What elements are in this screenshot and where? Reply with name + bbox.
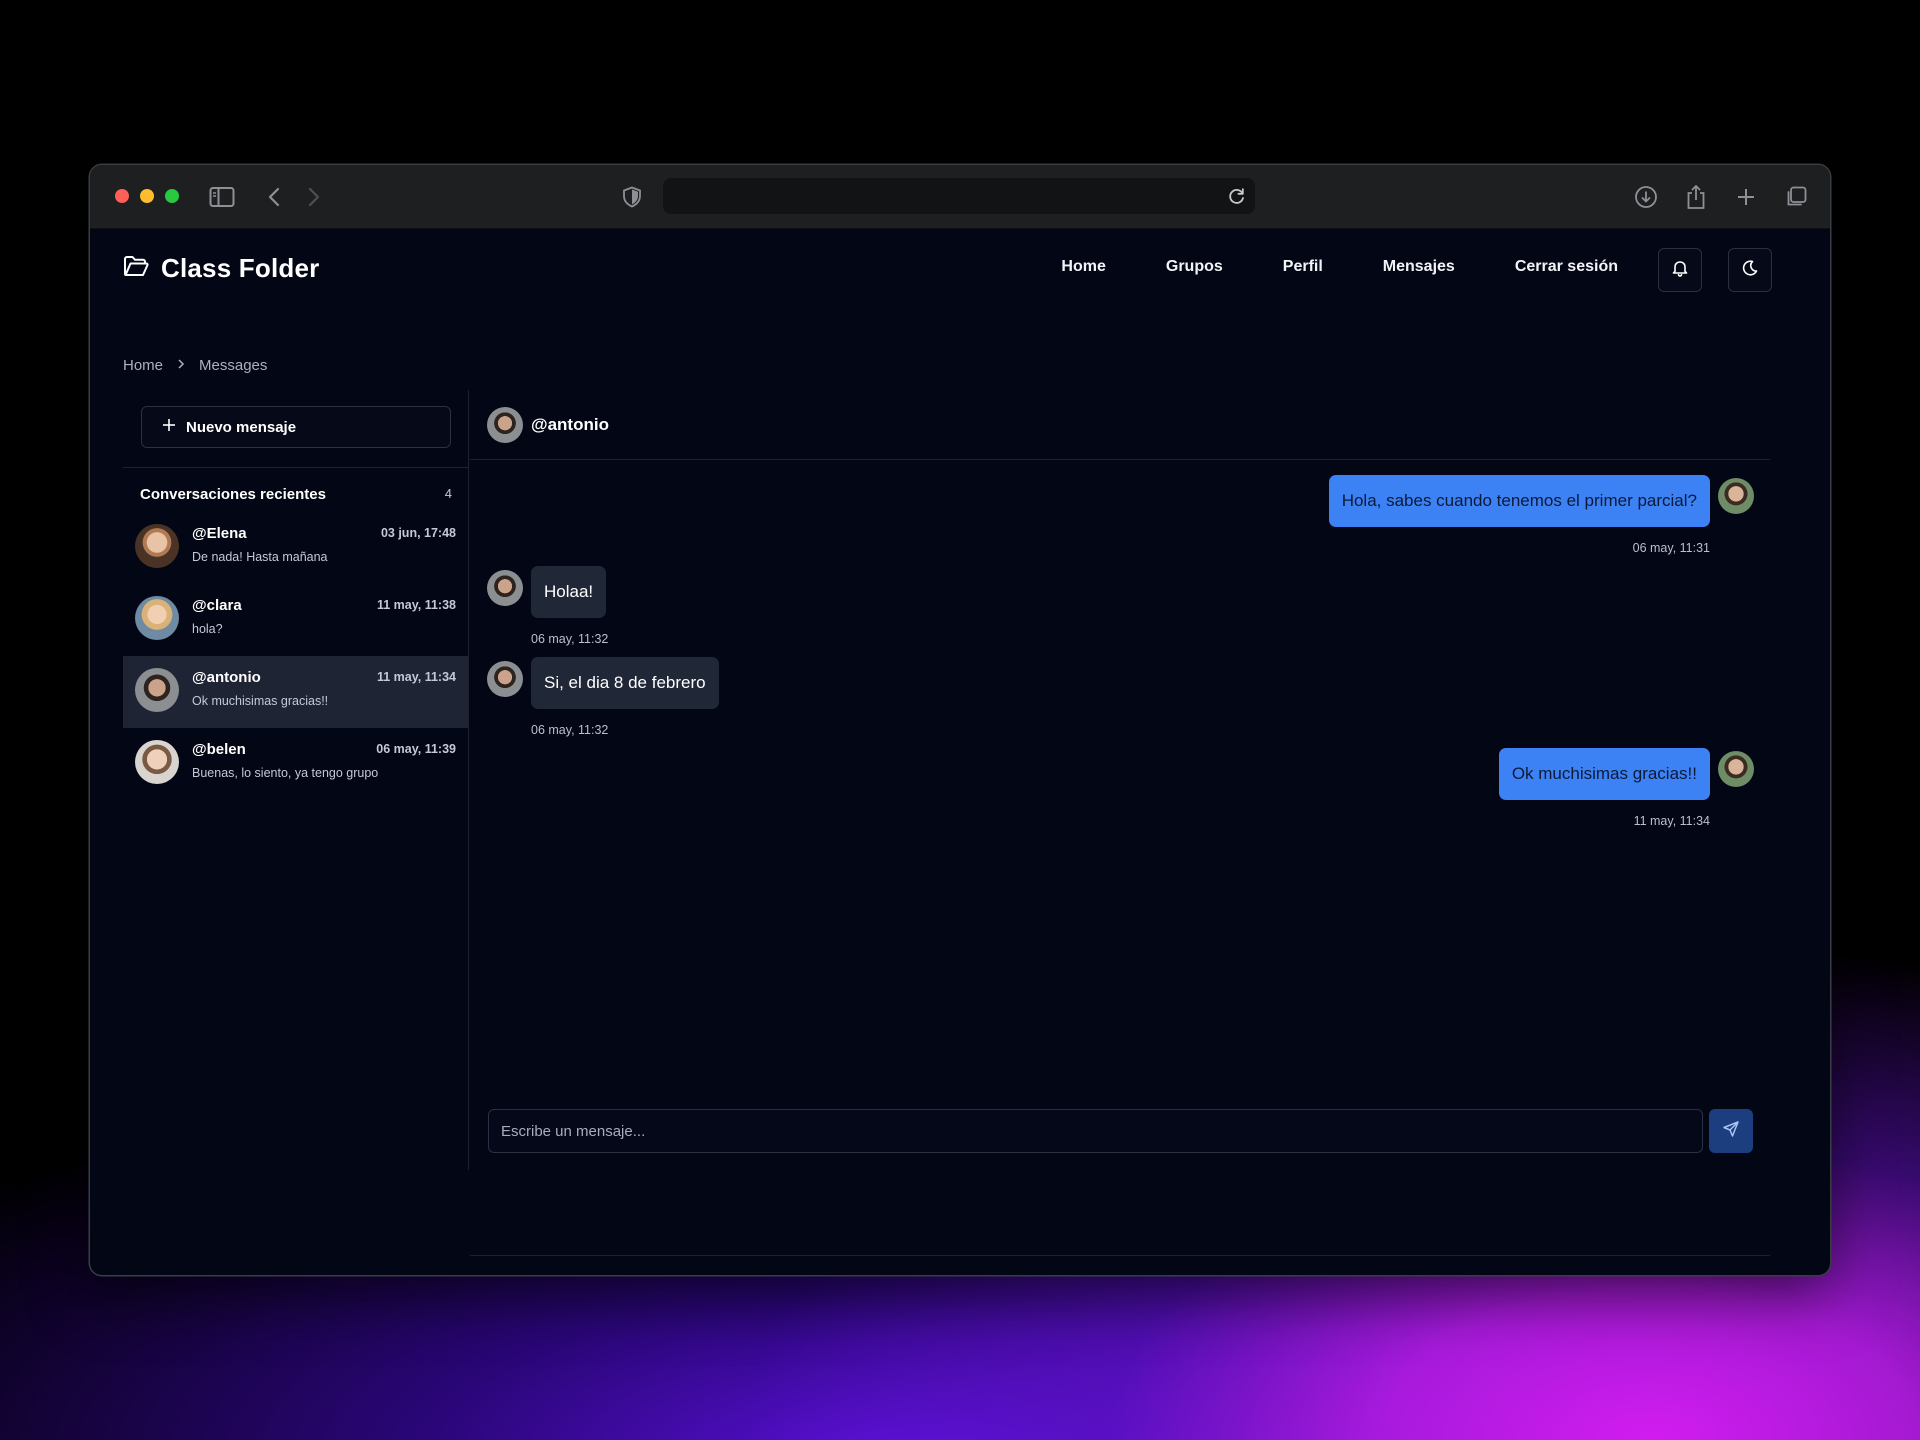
- chevron-right-icon: [177, 357, 185, 374]
- conversation-item[interactable]: @Elena 03 jun, 17:48 De nada! Hasta maña…: [123, 512, 468, 584]
- app-navbar: Class Folder Home Grupos Perfil Mensajes…: [90, 228, 1830, 308]
- nav-mensajes[interactable]: Mensajes: [1383, 258, 1455, 276]
- share-icon[interactable]: [1682, 183, 1710, 211]
- address-bar[interactable]: [663, 178, 1255, 214]
- reload-icon[interactable]: [1227, 186, 1247, 211]
- message-timestamp: 06 may, 11:32: [531, 723, 609, 737]
- message-timestamp: 11 may, 11:34: [1633, 814, 1710, 828]
- message-bubble: Hola, sabes cuando tenemos el primer par…: [1328, 475, 1710, 527]
- message-bubble: Holaa!: [531, 566, 607, 618]
- conversation-item[interactable]: @clara 11 may, 11:38 hola?: [123, 584, 468, 656]
- message-sent: Hola, sabes cuando tenemos el primer par…: [1328, 475, 1710, 527]
- avatar: [487, 570, 523, 606]
- conversation-item[interactable]: @antonio 11 may, 11:34 Ok muchisimas gra…: [123, 656, 468, 728]
- avatar: [487, 661, 523, 697]
- breadcrumb-current: Messages: [199, 357, 268, 374]
- message-timestamp: 06 may, 11:32: [531, 632, 609, 646]
- conversations-header: Conversaciones recientes 4: [140, 486, 452, 503]
- conversations-title: Conversaciones recientes: [140, 486, 326, 503]
- new-message-label: Nuevo mensaje: [186, 418, 297, 436]
- message-timestamp: 06 may, 11:31: [1632, 541, 1710, 555]
- conversation-time: 11 may, 11:34: [376, 670, 456, 684]
- conversation-name: @antonio: [192, 669, 261, 686]
- avatar: [1718, 478, 1754, 514]
- send-button[interactable]: [1709, 1109, 1753, 1153]
- conversation-time: 06 may, 11:39: [376, 742, 456, 756]
- message-received: Si, el dia 8 de febrero: [531, 657, 719, 709]
- nav-links: Home Grupos Perfil Mensajes Cerrar sesió…: [1001, 258, 1618, 276]
- message-bubble: Ok muchisimas gracias!!: [1498, 748, 1710, 800]
- chat-panel: @antonio Hola, sabes cuando tenemos el p…: [470, 390, 1770, 1256]
- message-bubble: Si, el dia 8 de febrero: [531, 657, 719, 709]
- nav-grupos[interactable]: Grupos: [1166, 258, 1223, 276]
- shield-icon[interactable]: [618, 183, 646, 211]
- conversation-time: 11 may, 11:38: [376, 598, 456, 612]
- avatar: [135, 740, 179, 784]
- conversations-count: 4: [444, 486, 452, 501]
- conversation-time: 03 jun, 17:48: [380, 526, 456, 540]
- browser-titlebar: [90, 165, 1830, 229]
- message-input-wrapper: [488, 1109, 1703, 1153]
- conversation-preview: De nada! Hasta mañana: [192, 550, 328, 564]
- message-received: Holaa!: [531, 566, 607, 618]
- nav-logout[interactable]: Cerrar sesión: [1515, 258, 1618, 276]
- conversation-preview: Buenas, lo siento, ya tengo grupo: [192, 766, 379, 780]
- new-message-button[interactable]: Nuevo mensaje: [141, 406, 451, 448]
- chat-header: @antonio: [470, 390, 1770, 460]
- plus-icon: [162, 418, 176, 436]
- conversation-name: @belen: [192, 741, 246, 758]
- sidebar-icon[interactable]: [208, 183, 236, 211]
- conversation-item[interactable]: @belen 06 may, 11:39 Buenas, lo siento, …: [123, 728, 468, 800]
- avatar: [1718, 751, 1754, 787]
- divider: [470, 1255, 1770, 1256]
- nav-home[interactable]: Home: [1061, 258, 1105, 276]
- conversation-preview: Ok muchisimas gracias!!: [192, 694, 329, 708]
- avatar: [135, 668, 179, 712]
- conversation-preview: hola?: [192, 622, 223, 636]
- maximize-window-button[interactable]: [165, 189, 179, 203]
- nav-perfil[interactable]: Perfil: [1283, 258, 1323, 276]
- brand-title: Class Folder: [161, 253, 320, 283]
- avatar: [135, 596, 179, 640]
- close-window-button[interactable]: [115, 189, 129, 203]
- divider: [123, 467, 468, 468]
- back-icon[interactable]: [260, 183, 288, 211]
- chat-username: @antonio: [531, 415, 609, 434]
- breadcrumb-home[interactable]: Home: [123, 357, 163, 374]
- conversation-list: @Elena 03 jun, 17:48 De nada! Hasta maña…: [123, 512, 468, 800]
- bell-icon: [1672, 259, 1688, 282]
- message-input[interactable]: [489, 1110, 1702, 1152]
- avatar: [487, 407, 523, 443]
- theme-toggle-button[interactable]: [1728, 248, 1772, 292]
- conversation-name: @Elena: [192, 525, 247, 542]
- forward-icon[interactable]: [300, 183, 328, 211]
- conversations-sidebar: Nuevo mensaje Conversaciones recientes 4…: [123, 390, 469, 1170]
- send-icon: [1723, 1120, 1739, 1142]
- breadcrumb: Home Messages: [123, 357, 267, 374]
- brand[interactable]: Class Folder: [123, 253, 319, 284]
- moon-icon: [1742, 259, 1758, 281]
- notifications-button[interactable]: [1658, 248, 1702, 292]
- tabs-overview-icon[interactable]: [1782, 183, 1810, 211]
- message-sent: Ok muchisimas gracias!!: [1498, 748, 1710, 800]
- folder-icon: [123, 255, 149, 282]
- download-icon[interactable]: [1632, 183, 1660, 211]
- new-tab-icon[interactable]: [1732, 183, 1760, 211]
- conversation-name: @clara: [192, 597, 242, 614]
- minimize-window-button[interactable]: [140, 189, 154, 203]
- avatar: [135, 524, 179, 568]
